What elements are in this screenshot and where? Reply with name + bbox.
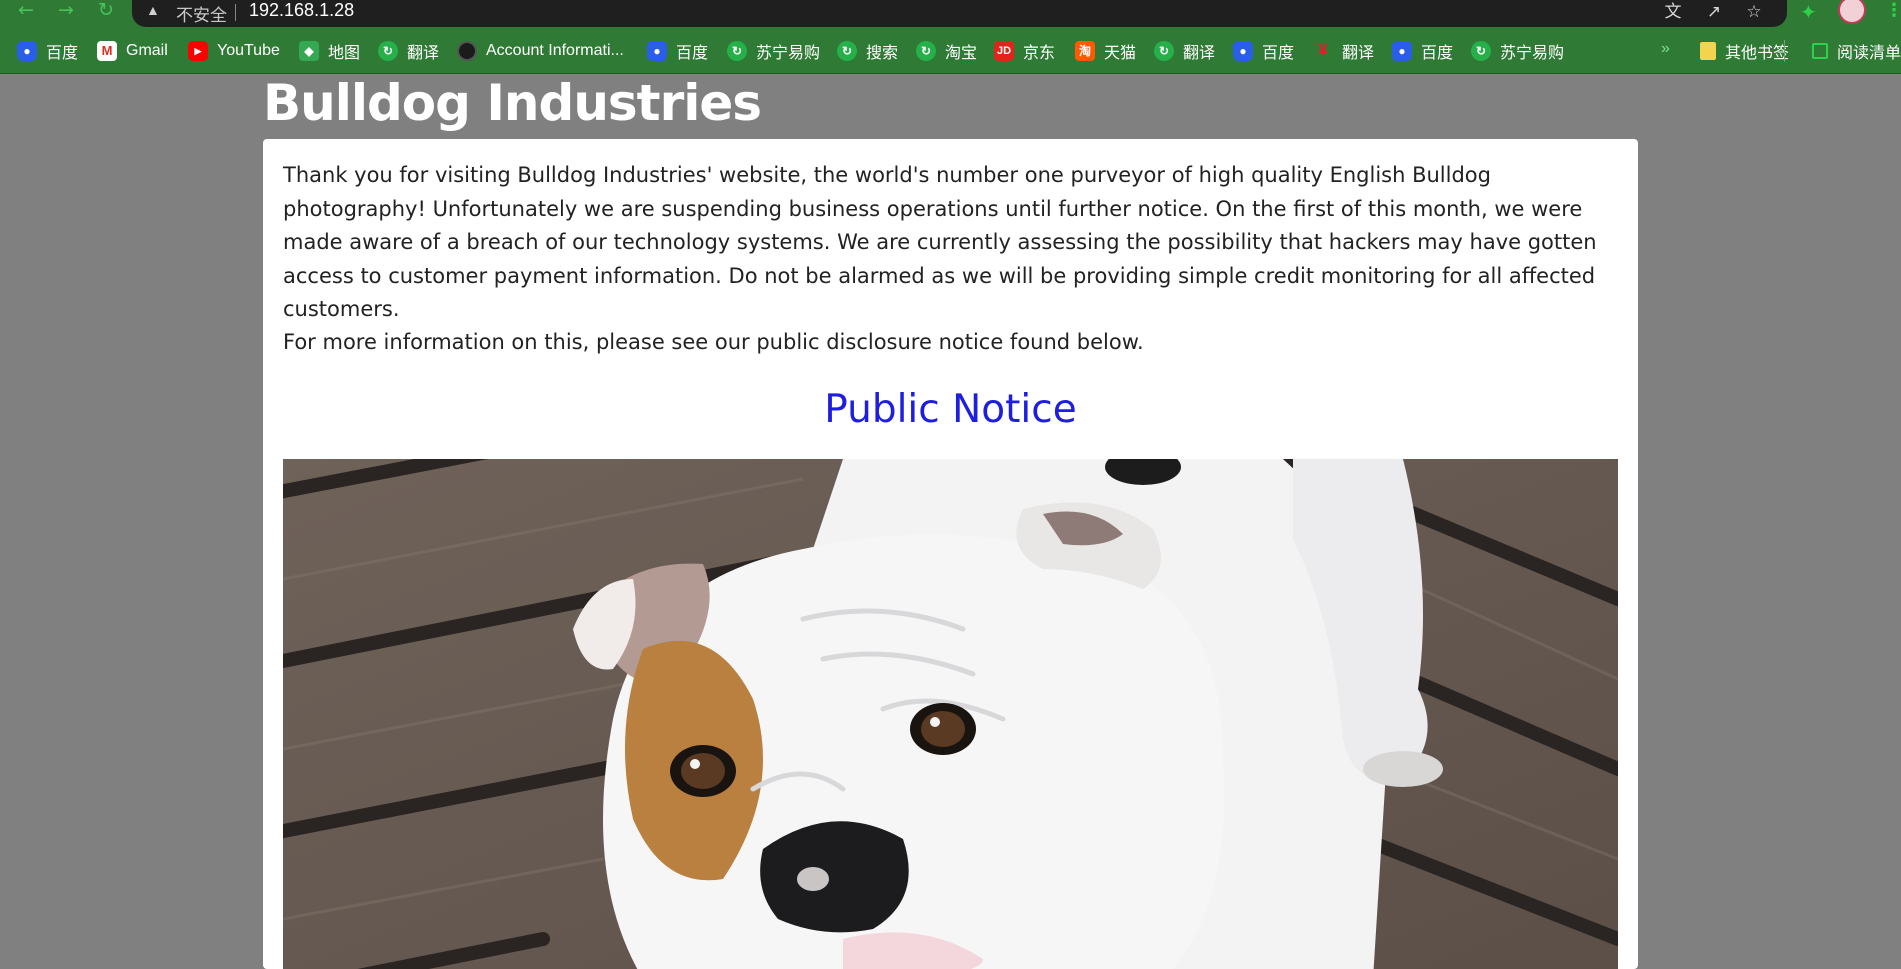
bookmark-label: 百度 [1421,45,1454,62]
bulldog-illustration [283,459,1618,969]
baidu-icon: ● [647,41,667,61]
bookmark-item[interactable]: ● 百度 [1233,28,1294,74]
bookmark-item[interactable]: ↻ 搜索 [837,28,898,74]
bookmark-label: 翻译 [407,45,440,62]
tmall-icon: 淘 [1075,41,1095,61]
baidu-icon: ● [17,41,37,61]
bookmark-item[interactable]: M Gmail [97,28,168,74]
account-icon [457,41,477,61]
page-title: Bulldog Industries [263,74,762,132]
bookmark-label: 苏宁易购 [756,45,821,62]
bookmarks-bar: ● 百度 M Gmail ▶ YouTube ◆ 地图 ↻ 翻译 Account Info… [0,28,1901,74]
bookmark-label: YouTube [217,42,280,59]
bookmark-item[interactable]: ● 百度 [17,28,78,74]
bookmark-item[interactable]: JD 京东 [994,28,1055,74]
bookmarks-divider [1784,40,1785,62]
bookmark-item[interactable]: ◆ 地图 [299,28,360,74]
bookmark-item[interactable]: ● 百度 [647,28,708,74]
bookmark-label: 其他书签 [1725,45,1790,62]
gmail-icon: M [97,41,117,61]
taobao-icon: ↻ [916,41,936,61]
back-arrow-icon[interactable]: ← [14,0,38,22]
translate-page-icon[interactable]: 文 [1662,1,1684,23]
browser-toolbar: ← → ↻ ▲ 不安全 192.168.1.28 文 ↗ ☆ ✦ ⋮ [0,0,1901,28]
omnibox-divider [235,4,236,21]
folder-icon [1700,42,1716,60]
suning-icon: ↻ [1471,41,1491,61]
public-notice-link[interactable]: Public Notice [263,387,1638,432]
intro-paragraph: Thank you for visiting Bulldog Industrie… [283,163,1597,321]
other-bookmarks-folder[interactable]: 其他书签 [1700,28,1789,74]
search-icon: ↻ [837,41,857,61]
bookmark-item[interactable]: ↻ 翻译 [378,28,439,74]
bookmark-label: 百度 [1262,45,1295,62]
extensions-puzzle-icon[interactable]: ✦ [1800,0,1817,24]
bookmark-item[interactable]: Account Informati... [457,28,624,74]
fanyi-icon: ¥ [1318,42,1328,59]
warning-triangle-icon[interactable]: ▲ [146,2,160,18]
bookmark-label: 京东 [1023,45,1056,62]
forward-arrow-icon[interactable]: → [54,0,78,22]
bookmark-label: 淘宝 [945,45,978,62]
baidu-icon: ● [1392,41,1412,61]
bookmark-item[interactable]: ● 百度 [1392,28,1453,74]
bulldog-photo [283,459,1618,969]
profile-avatar[interactable] [1838,0,1866,24]
address-bar[interactable]: ▲ 不安全 192.168.1.28 文 ↗ ☆ [132,0,1787,27]
more-info-paragraph: For more information on this, please see… [283,330,1144,354]
browser-menu-icon[interactable]: ⋮ [1885,0,1901,21]
jd-icon: JD [994,41,1014,61]
bookmark-label: 翻译 [1342,45,1375,62]
bookmark-label: 苏宁易购 [1500,45,1565,62]
translate-icon: ↻ [1154,41,1174,61]
maps-icon: ◆ [299,41,319,61]
bookmark-item[interactable]: ▶ YouTube [188,28,280,74]
bookmark-label: 天猫 [1104,45,1137,62]
bookmark-item[interactable]: ↻ 苏宁易购 [1471,28,1564,74]
content-card: Thank you for visiting Bulldog Industrie… [263,139,1638,969]
bookmark-label: Account Informati... [486,42,624,59]
bookmark-label: 搜索 [866,45,899,62]
reload-icon[interactable]: ↻ [94,0,118,22]
bookmark-label: 地图 [328,45,361,62]
translate-icon: ↻ [378,41,398,61]
url-text[interactable]: 192.168.1.28 [249,0,354,21]
bookmark-label: 百度 [676,45,709,62]
suning-icon: ↻ [727,41,747,61]
reading-list-icon [1812,43,1828,59]
reading-list[interactable]: 阅读清单 [1812,28,1901,74]
bookmark-item[interactable]: ↻ 淘宝 [916,28,977,74]
bookmark-label: Gmail [126,42,168,59]
more-bookmarks-chevron-icon[interactable]: » [1661,40,1670,58]
bookmark-item[interactable]: 淘天猫 [1075,28,1136,74]
bookmark-label: 百度 [46,45,79,62]
bookmark-label: 阅读清单 [1837,45,1901,62]
bookmark-item[interactable]: ↻ 苏宁易购 [727,28,820,74]
bookmark-item[interactable]: ¥ 翻译 [1313,28,1374,74]
bookmark-item[interactable]: ↻ 翻译 [1154,28,1215,74]
baidu-icon: ● [1233,41,1253,61]
bookmark-star-icon[interactable]: ☆ [1743,1,1765,23]
share-icon[interactable]: ↗ [1703,1,1725,23]
security-status[interactable]: 不安全 [176,1,227,26]
bookmark-label: 翻译 [1183,45,1216,62]
youtube-icon: ▶ [188,41,208,61]
